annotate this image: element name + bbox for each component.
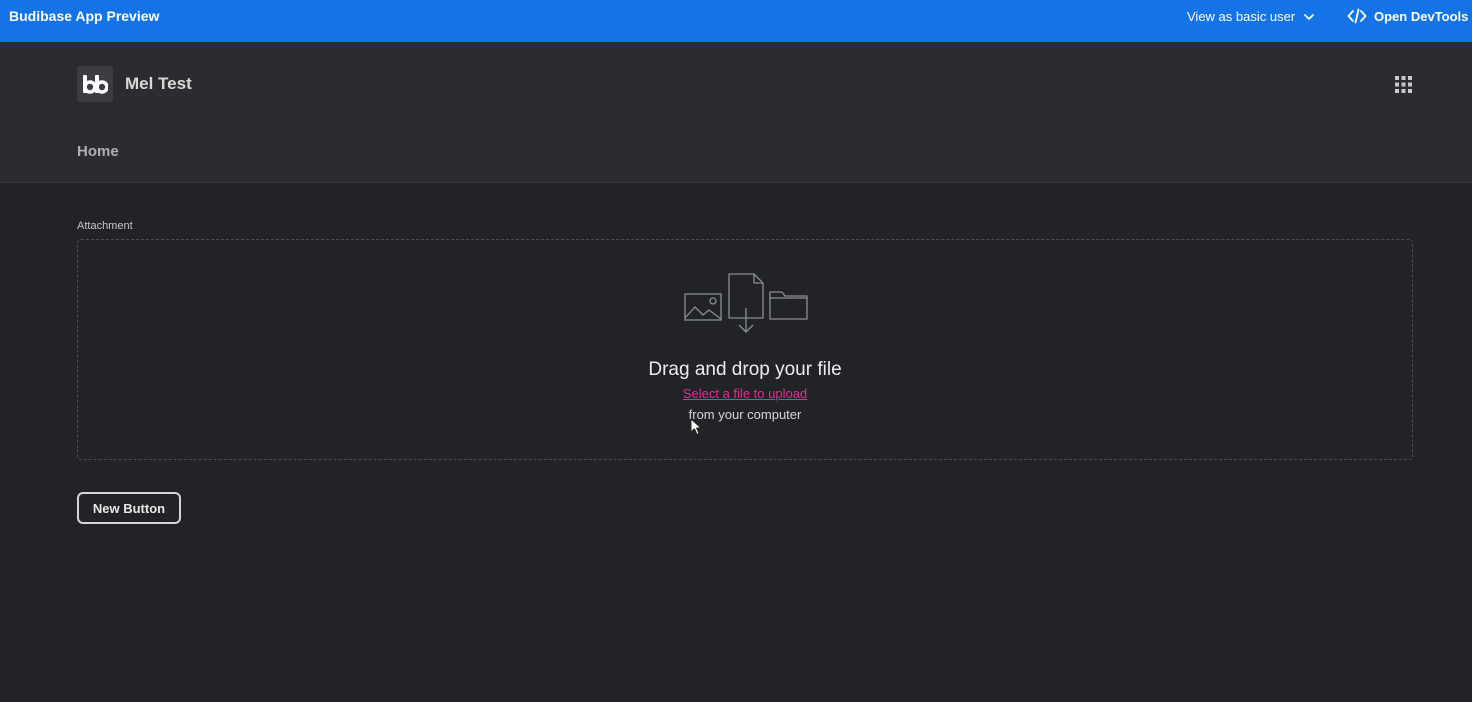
view-as-role-dropdown[interactable]: View as basic user [1187,9,1315,24]
dropzone-link-row: Select a file to upload [78,386,1412,401]
code-icon [1347,8,1367,24]
budibase-logo-icon[interactable] [77,66,113,102]
nav-link-home[interactable]: Home [77,143,119,160]
chevron-down-icon [1304,13,1315,20]
attachment-field-label: Attachment [77,220,133,232]
new-button[interactable]: New Button [77,492,181,524]
upload-illustration-icon [684,273,808,333]
devbar-title: Budibase App Preview [9,8,160,24]
open-devtools-label: Open DevTools [1374,8,1469,24]
dropzone-heading: Drag and drop your file [648,359,842,380]
app-header: Mel Test Home [0,42,1472,183]
app-grid-icon[interactable] [1395,76,1412,93]
app-name: Mel Test [125,74,192,93]
view-as-role-label: View as basic user [1187,9,1296,24]
open-devtools-button[interactable]: Open DevTools [1347,8,1468,24]
select-file-link[interactable]: Select a file to upload [683,386,807,401]
dropzone-subtext: from your computer [688,407,802,422]
attachment-dropzone[interactable]: Drag and drop your file Select a file to… [77,239,1413,460]
preview-devbar: Budibase App Preview View as basic user … [0,0,1472,42]
